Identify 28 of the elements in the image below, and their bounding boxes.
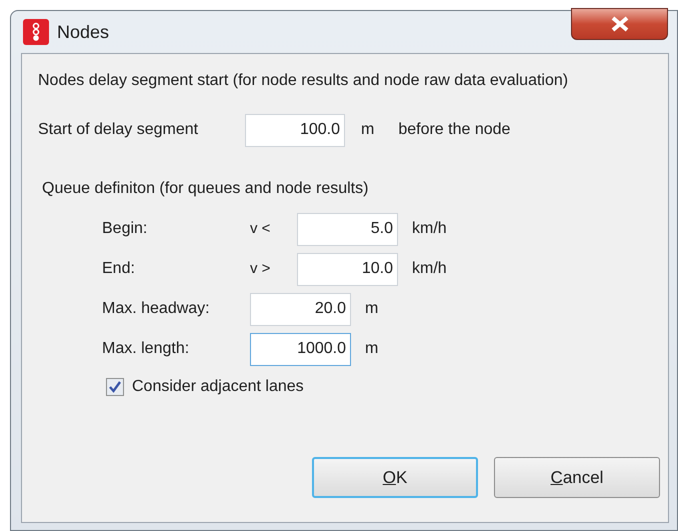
checkbox[interactable]	[106, 378, 124, 396]
field-label: Start of delay segment	[38, 120, 200, 140]
number-input[interactable]: 5.0	[297, 212, 398, 246]
unit-label: m	[365, 299, 378, 320]
operator-label: v >	[250, 258, 272, 279]
number-input[interactable]: 1000.0	[250, 332, 351, 366]
checkbox-label: Consider adjacent lanes	[132, 376, 304, 397]
delay-input[interactable]: 100.0	[245, 114, 345, 147]
number-input[interactable]: 10.0	[297, 252, 398, 286]
close-button[interactable]	[571, 8, 668, 40]
close-icon	[610, 16, 630, 32]
section-heading: Queue definiton (for queues and node results)	[42, 178, 370, 199]
unit-label: km/h	[412, 259, 447, 280]
field-suffix: before the node	[398, 120, 510, 140]
field-label: Max. headway:	[102, 299, 211, 320]
unit-label: m	[361, 120, 374, 140]
window-title: Nodes	[57, 20, 110, 44]
field-label: End:	[102, 259, 136, 280]
app-icon	[23, 19, 49, 45]
ok-button[interactable]: OK	[312, 457, 478, 498]
cancel-button[interactable]: Cancel	[494, 457, 660, 498]
field-label: Max. length:	[102, 339, 190, 360]
section-heading: Nodes delay segment start (for node results and node raw data evaluation)	[38, 72, 570, 90]
number-input[interactable]: 20.0	[250, 292, 351, 326]
unit-label: m	[365, 339, 378, 360]
field-label: Begin:	[102, 219, 148, 240]
operator-label: v <	[250, 218, 272, 239]
unit-label: km/h	[412, 219, 447, 240]
